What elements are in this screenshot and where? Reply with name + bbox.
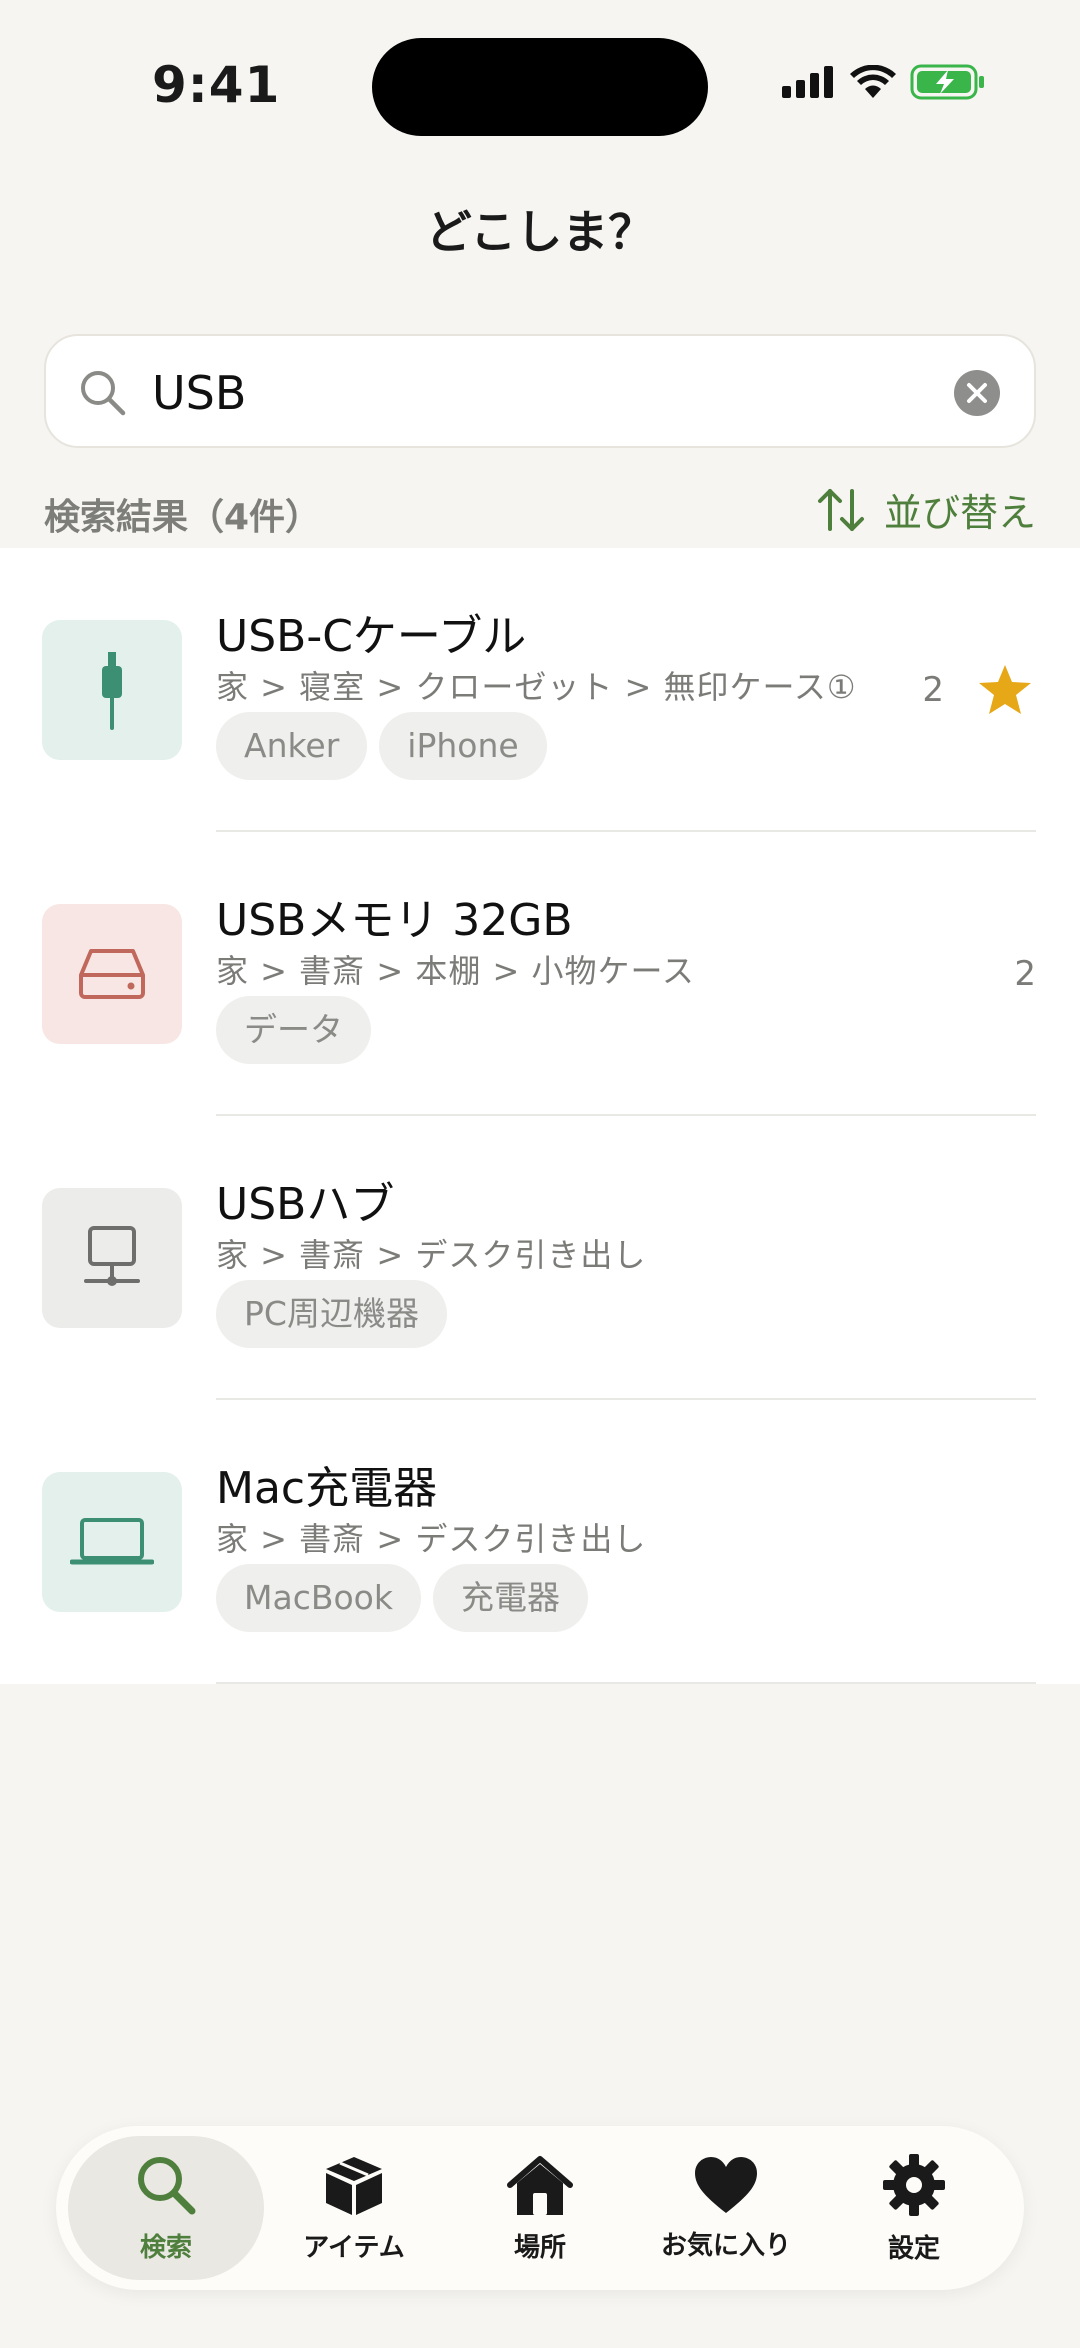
item-title: Mac充電器 — [216, 1463, 438, 1514]
list-item[interactable]: USBハブ 家 > 書斎 > デスク引き出し PC周辺機器 — [0, 1116, 1080, 1400]
battery-charging-icon — [910, 64, 984, 100]
item-title: USB-Cケーブル — [216, 611, 527, 662]
tab-label: 場所 — [513, 2232, 566, 2263]
wifi-icon — [850, 65, 896, 98]
clear-search-icon[interactable] — [954, 370, 1000, 416]
tag: データ — [216, 996, 371, 1064]
item-tags: MacBook 充電器 — [216, 1564, 588, 1632]
tab-label: お気に入り — [660, 2230, 791, 2261]
list-item[interactable]: USBメモリ 32GB 家 > 書斎 > 本棚 > 小物ケース データ 2 — [0, 832, 1080, 1116]
network-icon — [84, 1226, 140, 1286]
item-title: USBメモリ 32GB — [216, 895, 573, 946]
box-icon — [326, 2156, 382, 2215]
tag: Anker — [216, 712, 368, 780]
sort-button-label: 並び替え — [883, 491, 1036, 535]
item-thumbnail — [42, 904, 182, 1044]
tab-favorites[interactable]: お気に入り — [628, 2136, 824, 2280]
tag: PC周辺機器 — [216, 1280, 447, 1348]
status-bar: 9:41 — [0, 0, 1080, 170]
tag: iPhone — [379, 712, 547, 780]
item-tags: データ — [216, 996, 371, 1064]
search-field[interactable]: USB — [44, 334, 1036, 448]
tab-places[interactable]: 場所 — [442, 2136, 638, 2280]
divider — [216, 1682, 1036, 1684]
item-count: 2 — [922, 670, 944, 710]
heart-icon — [695, 2156, 757, 2213]
item-thumbnail — [42, 620, 182, 760]
search-icon — [138, 2156, 196, 2214]
status-time: 9:41 — [152, 56, 281, 114]
item-tags: Anker iPhone — [216, 712, 547, 780]
dynamic-island — [372, 38, 708, 136]
gear-icon — [883, 2153, 945, 2216]
tab-search[interactable]: 検索 — [68, 2136, 264, 2280]
item-location-path: 家 > 書斎 > デスク引き出し — [216, 1520, 647, 1558]
item-tags: PC周辺機器 — [216, 1280, 447, 1348]
item-location-path: 家 > 書斎 > 本棚 > 小物ケース — [216, 952, 695, 990]
tag: MacBook — [216, 1564, 421, 1632]
item-title: USBハブ — [216, 1179, 395, 1230]
tab-bar: 検索 アイテム 場所 お気に入り 設定 — [56, 2126, 1024, 2290]
results-header: 検索結果（4件） 並び替え — [44, 482, 1036, 538]
item-thumbnail — [42, 1188, 182, 1328]
item-location-path: 家 > 寝室 > クローゼット > 無印ケース① — [216, 668, 857, 706]
cable-icon — [102, 652, 122, 730]
tab-label: 検索 — [139, 2232, 192, 2263]
item-location-path: 家 > 書斎 > デスク引き出し — [216, 1236, 647, 1274]
tab-label: アイテム — [303, 2232, 405, 2263]
cellular-signal-icon — [782, 66, 833, 98]
search-input[interactable]: USB — [152, 366, 246, 420]
search-icon — [81, 371, 126, 416]
tab-settings[interactable]: 設定 — [816, 2136, 1012, 2280]
tag: 充電器 — [432, 1564, 588, 1632]
page-title: どこしま？ — [425, 205, 655, 259]
star-icon[interactable] — [978, 664, 1032, 716]
item-count: 2 — [1014, 954, 1036, 994]
sort-button[interactable]: 並び替え — [816, 482, 1036, 537]
drive-icon — [79, 949, 145, 999]
list-item[interactable]: Mac充電器 家 > 書斎 > デスク引き出し MacBook 充電器 — [0, 1400, 1080, 1684]
home-icon — [507, 2155, 573, 2215]
list-item[interactable]: USB-Cケーブル 家 > 寝室 > クローゼット > 無印ケース① Anker… — [0, 548, 1080, 832]
tab-items[interactable]: アイテム — [256, 2136, 452, 2280]
sort-arrows-icon — [817, 488, 864, 531]
results-list: USB-Cケーブル 家 > 寝室 > クローゼット > 無印ケース① Anker… — [0, 548, 1080, 1684]
status-icons — [782, 64, 986, 100]
tab-label: 設定 — [887, 2233, 940, 2264]
laptop-icon — [70, 1518, 154, 1565]
item-thumbnail — [42, 1472, 182, 1612]
results-count: 検索結果（4件） — [44, 497, 322, 538]
